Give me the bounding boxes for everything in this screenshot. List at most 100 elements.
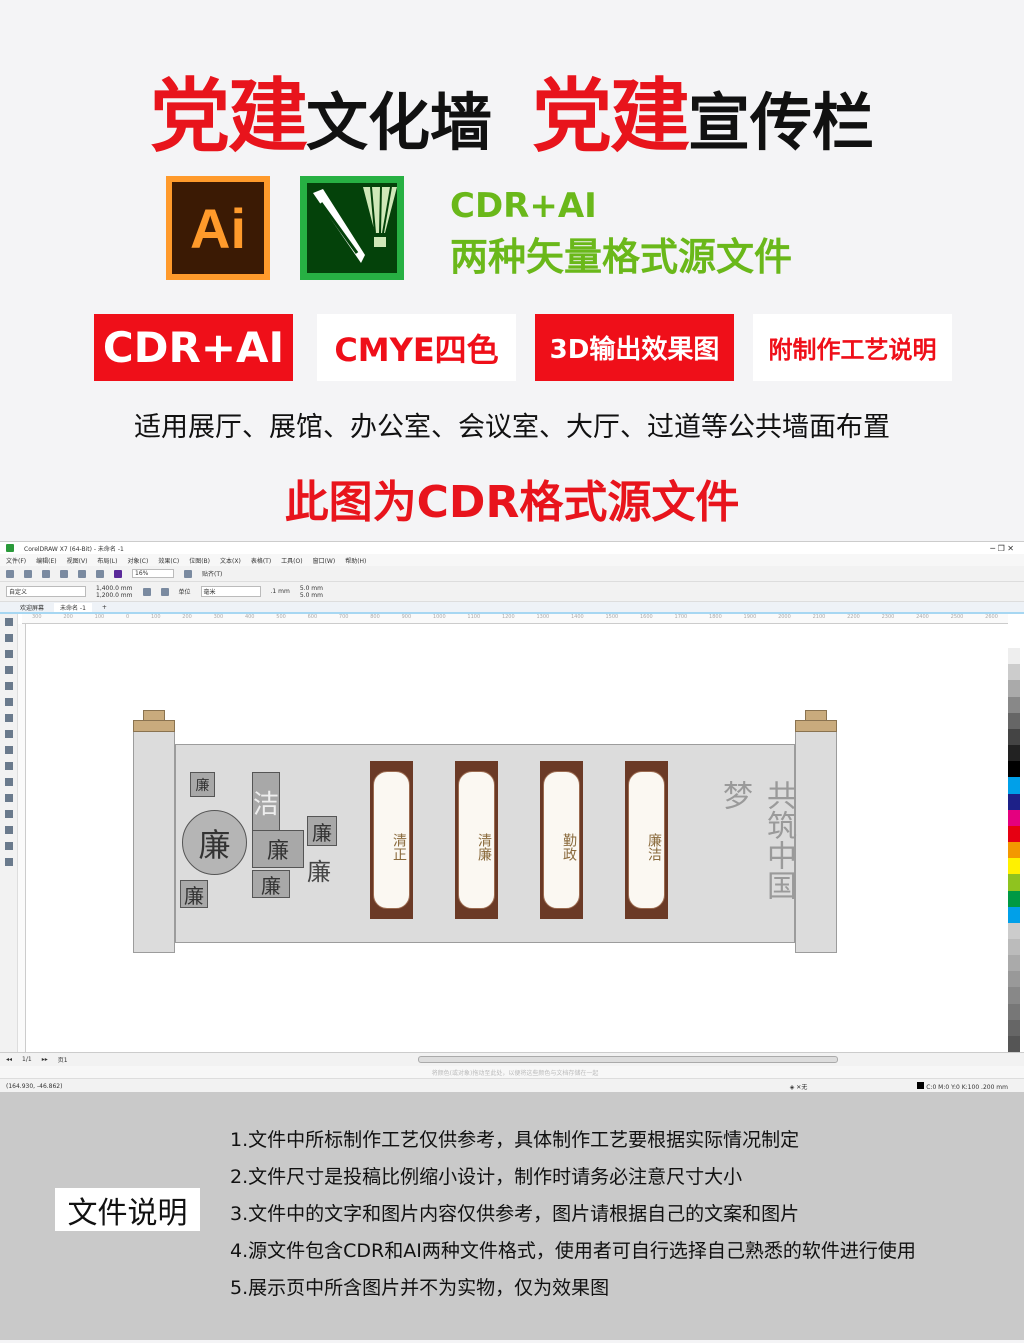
palette-swatch[interactable] — [1008, 842, 1020, 859]
blend-tool-icon[interactable] — [4, 810, 13, 818]
duplicate-x-field[interactable]: 5.0 mm — [300, 585, 323, 592]
note-item: 4.源文件包含CDR和AI两种文件格式，使用者可自行选择自己熟悉的软件进行使用 — [230, 1240, 916, 1262]
panel-text: 清正 — [373, 771, 410, 909]
ellipse-tool-icon[interactable] — [4, 730, 13, 738]
rectangle-tool-icon[interactable] — [4, 714, 13, 722]
palette-swatch[interactable] — [1008, 922, 1020, 939]
horizontal-scrollbar[interactable] — [417, 1056, 838, 1063]
palette-swatch[interactable] — [1008, 664, 1020, 681]
palette-swatch[interactable] — [1008, 745, 1020, 762]
color-palette[interactable] — [1008, 632, 1020, 1053]
palette-swatch[interactable] — [1008, 696, 1020, 713]
menu-window[interactable]: 窗口(W) — [313, 556, 336, 565]
page-tab[interactable]: 页1 — [58, 1055, 68, 1064]
polygon-tool-icon[interactable] — [4, 746, 13, 754]
palette-swatch[interactable] — [1008, 987, 1020, 1004]
menu-text[interactable]: 文本(X) — [220, 556, 241, 565]
undo-icon[interactable] — [78, 569, 86, 578]
palette-swatch[interactable] — [1008, 712, 1020, 729]
shape-tool-icon[interactable] — [4, 634, 13, 642]
palette-swatch[interactable] — [1008, 1035, 1020, 1053]
crop-tool-icon[interactable] — [4, 650, 13, 658]
ruler-tick: 800 — [370, 614, 380, 620]
portrait-icon[interactable] — [142, 587, 151, 596]
lian-char: 廉 — [307, 858, 331, 886]
print-icon[interactable] — [60, 569, 68, 578]
menu-bar: 文件(F) 编辑(E) 视图(V) 布局(L) 对象(C) 效果(C) 位图(B… — [0, 554, 1024, 566]
window-controls[interactable]: ─ ❐ ✕ — [990, 544, 1014, 553]
nudge-field[interactable]: .1 mm — [271, 588, 290, 595]
fullscreen-icon[interactable] — [184, 569, 192, 578]
palette-swatch[interactable] — [1008, 858, 1020, 875]
ruler-tick: 1900 — [743, 614, 757, 620]
text-tool-icon[interactable] — [4, 762, 13, 770]
first-page-icon[interactable]: ◂◂ — [6, 1056, 12, 1063]
palette-swatch[interactable] — [1008, 971, 1020, 988]
palette-swatch[interactable] — [1008, 906, 1020, 923]
ruler-tick: 600 — [307, 614, 318, 620]
fill-icon: ◈ ✕ — [789, 1083, 802, 1091]
next-page-icon[interactable]: ▸▸ — [42, 1056, 48, 1063]
eyedropper-icon[interactable] — [4, 826, 13, 834]
add-tab-icon[interactable]: + — [102, 604, 107, 611]
title-part: 党建 — [149, 70, 308, 163]
menu-effects[interactable]: 效果(C) — [158, 556, 179, 565]
zoom-tool-icon[interactable] — [4, 666, 13, 674]
palette-swatch[interactable] — [1008, 761, 1020, 778]
zoom-select[interactable]: 16% — [132, 569, 174, 578]
palette-swatch[interactable] — [1008, 890, 1020, 907]
unit-select[interactable]: 毫米 — [200, 586, 261, 597]
palette-swatch[interactable] — [1008, 680, 1020, 697]
title-bar: CorelDRAW X7 (64-Bit) - 未命名 -1 ─ ❐ ✕ — [0, 542, 1024, 554]
new-icon[interactable] — [6, 569, 14, 578]
palette-swatch[interactable] — [1008, 632, 1020, 649]
page-preset-select[interactable]: 自定义 — [6, 586, 86, 597]
palette-swatch[interactable] — [1008, 809, 1020, 826]
import-icon[interactable] — [114, 569, 122, 578]
menu-tools[interactable]: 工具(O) — [281, 556, 302, 565]
lian-collage: 廉 洁 廉 廉 廉 廉 廉 廉 — [180, 770, 347, 910]
palette-swatch[interactable] — [1008, 825, 1020, 843]
formats-line2: 两种矢量格式源文件 — [450, 235, 793, 279]
palette-hint: 将颜色(或对象)拖动至此处，以便将这些颜色与文档存储在一起 — [0, 1066, 1024, 1078]
palette-swatch[interactable] — [1008, 938, 1020, 956]
freehand-tool-icon[interactable] — [4, 682, 13, 690]
fill-tool-icon[interactable] — [4, 842, 13, 850]
open-icon[interactable] — [24, 569, 32, 578]
menu-object[interactable]: 对象(C) — [127, 556, 148, 565]
menu-bitmap[interactable]: 位图(B) — [189, 556, 210, 565]
save-icon[interactable] — [42, 569, 50, 578]
palette-swatch[interactable] — [1008, 874, 1020, 891]
menu-help[interactable]: 帮助(H) — [345, 556, 366, 565]
palette-swatch[interactable] — [1008, 648, 1020, 665]
palette-swatch[interactable] — [1008, 793, 1020, 810]
redo-icon[interactable] — [96, 569, 104, 578]
parallel-tool-icon[interactable] — [4, 778, 13, 786]
source-note: 此图为CDR格式源文件 — [284, 477, 740, 528]
menu-table[interactable]: 表格(T) — [251, 556, 271, 565]
page-height-field[interactable]: 1,200.0 mm — [96, 592, 133, 599]
horizontal-ruler: 300 200 100 0 100 200 300 400 500 600 700 800 900 100… — [22, 614, 1008, 624]
duplicate-y-field[interactable]: 5.0 mm — [300, 592, 323, 599]
ruler-tick: 2400 — [916, 614, 929, 620]
menu-edit[interactable]: 编辑(E) — [36, 556, 56, 565]
tab-welcome[interactable]: 欢迎屏幕 — [20, 603, 44, 612]
formats-line1: CDR+AI — [450, 186, 597, 226]
palette-swatch[interactable] — [1008, 1003, 1020, 1020]
page-width-field[interactable]: 1,400.0 mm — [96, 585, 133, 592]
smart-fill-icon[interactable] — [4, 698, 13, 706]
note-item: 2.文件尺寸是投稿比例缩小设计，制作时请务必注意尺寸大小 — [230, 1166, 743, 1188]
connector-tool-icon[interactable] — [4, 794, 13, 802]
pick-tool-icon[interactable] — [4, 618, 13, 626]
outline-tool-icon[interactable] — [4, 858, 13, 866]
landscape-icon[interactable] — [160, 587, 169, 596]
palette-swatch[interactable] — [1008, 777, 1020, 794]
palette-swatch[interactable] — [1008, 1019, 1020, 1036]
menu-view[interactable]: 视图(V) — [67, 556, 88, 565]
palette-swatch[interactable] — [1008, 955, 1020, 972]
tab-document[interactable]: 未命名 -1 — [54, 602, 92, 612]
palette-swatch[interactable] — [1008, 728, 1020, 746]
menu-layout[interactable]: 布局(L) — [97, 556, 117, 565]
menu-file[interactable]: 文件(F) — [6, 556, 26, 565]
snap-menu[interactable]: 贴齐(T) — [202, 569, 222, 578]
